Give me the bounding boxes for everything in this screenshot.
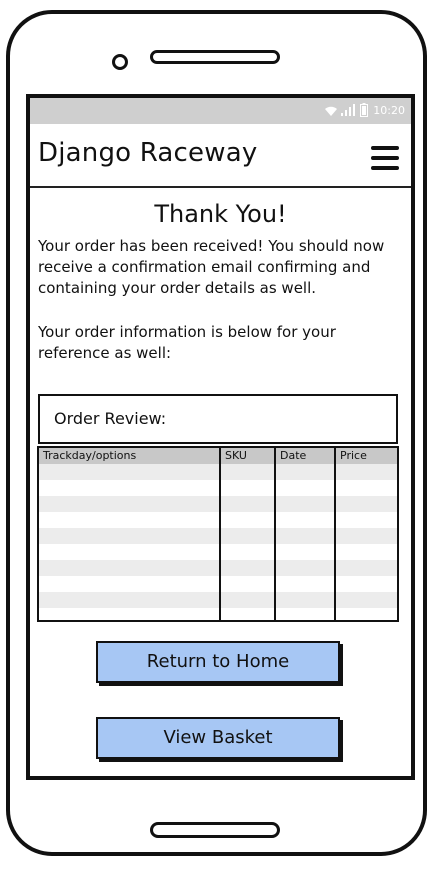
table-row [39,528,397,544]
column-divider [334,448,336,620]
order-review-panel: Order Review: [38,394,398,444]
table-row [39,512,397,528]
table-row [39,496,397,512]
column-header-trackday: Trackday/options [43,449,137,462]
table-row [39,608,397,620]
table-row [39,480,397,496]
column-divider [219,448,221,620]
battery-icon [360,103,369,117]
status-icons: 10:20 [324,103,405,117]
status-time: 10:20 [373,103,405,117]
order-review-title: Order Review: [54,409,167,428]
confirmation-text: Your order has been received! You should… [38,237,385,297]
camera-icon [112,54,128,70]
screen: 10:20 Django Raceway Thank You! Your ord… [26,94,415,780]
page-heading: Thank You! [154,200,287,228]
table-row [39,464,397,480]
view-basket-button[interactable]: View Basket [96,717,340,759]
signal-icon [341,104,356,116]
column-header-sku: SKU [225,449,247,462]
column-header-price: Price [340,449,367,462]
status-bar: 10:20 [30,98,411,124]
hamburger-menu-icon[interactable] [371,146,399,170]
speaker-grille [150,50,280,64]
wifi-icon [324,105,338,116]
reference-text: Your order information is below for your… [38,323,336,362]
app-bar: Django Raceway [30,124,411,188]
return-home-button[interactable]: Return to Home [96,641,340,683]
table-row [39,544,397,560]
column-header-date: Date [280,449,307,462]
home-button[interactable] [150,822,280,838]
table-row [39,576,397,592]
table-row [39,560,397,576]
column-divider [274,448,276,620]
table-row [39,592,397,608]
order-table: Trackday/options SKU Date Price [37,446,399,622]
app-title: Django Raceway [38,138,258,168]
